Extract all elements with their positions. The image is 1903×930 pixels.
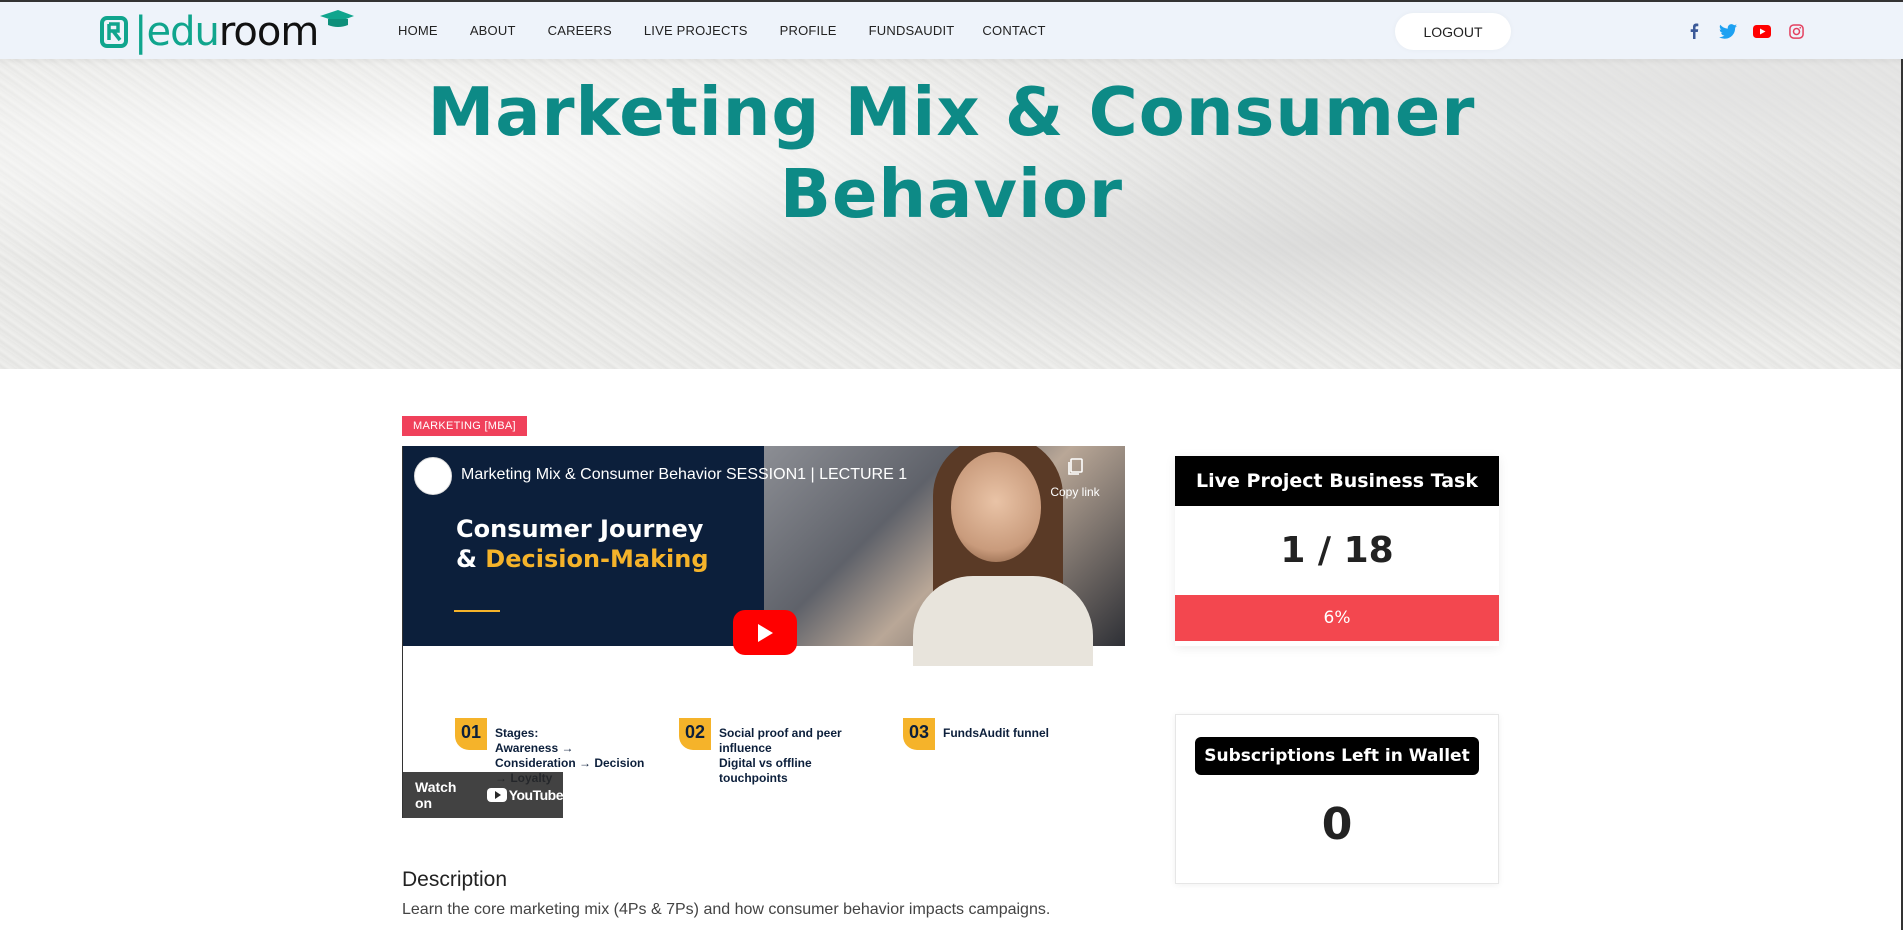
channel-avatar[interactable] [414,457,452,495]
youtube-play-icon [486,788,507,802]
thumbnail-figure-shirt [913,576,1093,666]
thumbnail-figure-face [951,452,1041,562]
step-number: 03 [903,718,935,750]
wallet-card-title: Subscriptions Left in Wallet [1195,737,1479,775]
slide-underline [454,610,500,612]
main-nav: HOME ABOUT CAREERS LIVE PROJECTS PROFILE… [398,2,1078,59]
description-text: Learn the core marketing mix (4Ps & 7Ps)… [402,901,1051,918]
task-card-title: Live Project Business Task [1175,456,1499,506]
video-title[interactable]: Marketing Mix & Consumer Behavior SESSIO… [461,466,907,484]
wallet-card: Subscriptions Left in Wallet 0 [1175,714,1499,884]
graduation-cap-icon [320,10,354,27]
eduroom-logo[interactable]: |eduroom [100,9,354,55]
nav-careers[interactable]: CAREERS [548,23,612,38]
hero-banner: Marketing Mix & Consumer Behavior [0,59,1903,369]
step-number: 02 [679,718,711,750]
copy-link-button[interactable]: Copy link [1043,458,1107,499]
nav-live-projects[interactable]: LIVE PROJECTS [644,23,748,38]
page-title: Marketing Mix & Consumer Behavior [0,71,1903,235]
youtube-wordmark: YouTube [508,787,564,803]
play-icon [758,624,773,642]
nav-contact[interactable]: CONTACT [982,23,1045,38]
task-count: 1 / 18 [1280,530,1394,571]
youtube-video-embed[interactable]: Consumer Journey & Decision-Making Marke… [402,446,1125,818]
facebook-icon[interactable] [1684,21,1704,41]
slide-heading-amp: & [456,545,486,573]
live-project-task-card: Live Project Business Task 1 / 18 6% [1175,456,1499,646]
step-number: 01 [455,718,487,750]
slide-heading-line1: Consumer Journey [456,515,704,543]
play-button[interactable] [733,610,797,655]
wallet-count: 0 [1321,799,1353,850]
nav-fundsaudit[interactable]: FUNDSAUDIT [869,23,955,38]
watch-on-youtube-button[interactable]: Watch on YouTube [403,772,564,818]
logo-text-room: room [218,9,319,55]
category-badge[interactable]: MARKETING [MBA] [402,416,527,436]
top-navbar: |eduroom HOME ABOUT CAREERS LIVE PROJECT… [0,0,1903,59]
logo-text-edu: |edu [134,9,220,55]
nav-about[interactable]: ABOUT [470,23,516,38]
slide-heading-accent: Decision-Making [485,545,709,573]
slide-step-3: 03 FundsAudit funnel [903,718,1049,750]
instagram-icon[interactable] [1786,21,1806,41]
page-title-line1: Marketing Mix & Consumer [427,73,1476,151]
watch-on-label: Watch on [415,779,457,811]
slide-step-2: 02 Social proof and peer influence Digit… [679,718,842,786]
task-progress-bar: 6% [1175,595,1499,641]
copy-link-label: Copy link [1050,485,1100,499]
logout-button[interactable]: LOGOUT [1395,13,1511,50]
social-links [1684,21,1820,41]
step-text: Social proof and peer influence Digital … [719,726,842,785]
slide-heading: Consumer Journey & Decision-Making [456,514,709,574]
youtube-icon[interactable] [1752,21,1772,41]
copy-icon [1068,458,1083,475]
youtube-logo: YouTube [486,787,564,803]
twitter-icon[interactable] [1718,21,1738,41]
nav-home[interactable]: HOME [398,23,438,38]
description-heading: Description [402,868,508,891]
step-text: FundsAudit funnel [943,726,1049,740]
nav-profile[interactable]: PROFILE [780,23,837,38]
logo-mark-icon [100,14,128,50]
page-title-line2: Behavior [779,155,1124,233]
